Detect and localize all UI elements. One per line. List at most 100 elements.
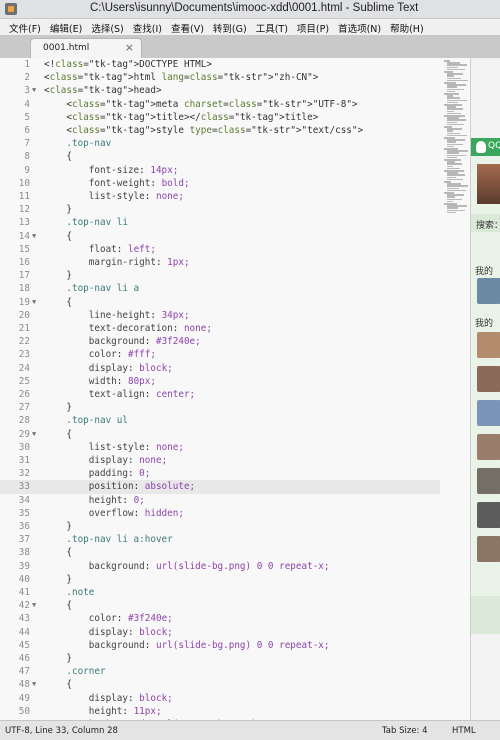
code-text: } xyxy=(44,573,72,585)
line-number: 12 xyxy=(18,204,30,216)
code-text: { xyxy=(44,296,72,308)
code-line[interactable]: 45 background: url(slide-bg.png) 0 0 rep… xyxy=(0,639,440,652)
friend-avatar[interactable] xyxy=(477,332,500,358)
code-line[interactable]: 4 <class="tk-tag">meta charset=class="tk… xyxy=(0,98,440,111)
code-line[interactable]: 35 overflow: hidden; xyxy=(0,507,440,520)
code-line[interactable]: 39 background: url(slide-bg.png) 0 0 rep… xyxy=(0,560,440,573)
code-line[interactable]: 44 display: block; xyxy=(0,626,440,639)
code-line[interactable]: 30 list-style: none; xyxy=(0,441,440,454)
code-line[interactable]: 47 .corner xyxy=(0,665,440,678)
code-line[interactable]: 3 ▼ <class="tk-tag">head> xyxy=(0,84,440,97)
code-line[interactable]: 22 background: #3f240e; xyxy=(0,335,440,348)
code-line[interactable]: 46 } xyxy=(0,652,440,665)
qq-group-label[interactable]: 我的 xyxy=(475,316,493,329)
code-line[interactable]: 8 { xyxy=(0,150,440,163)
friend-avatar[interactable] xyxy=(477,434,500,460)
code-text: <class="tk-tag">meta charset=class="tk-s… xyxy=(44,98,358,110)
code-text: list-style: none; xyxy=(88,441,184,453)
code-line[interactable]: 10 font-weight: bold; xyxy=(0,177,440,190)
code-line[interactable]: 40 } xyxy=(0,573,440,586)
fold-arrow-icon[interactable]: ▼ xyxy=(32,678,36,691)
friend-avatar[interactable] xyxy=(477,468,500,494)
code-line[interactable]: 2 <class="tk-tag">html lang=class="tk-str… xyxy=(0,71,440,84)
code-line[interactable]: 41 .note xyxy=(0,586,440,599)
code-text: } xyxy=(44,653,72,664)
code-line[interactable]: 13 .top-nav li xyxy=(0,216,440,229)
tab-bar: 0001.html × xyxy=(0,35,500,58)
syntax-selector[interactable]: HTML xyxy=(452,726,476,736)
friend-avatar[interactable] xyxy=(477,400,500,426)
code-line[interactable]: 1 <!class="tk-tag">DOCTYPE HTML> xyxy=(0,58,440,71)
code-line[interactable]: 29 ▼ { xyxy=(0,428,440,441)
tab-0001-html[interactable]: 0001.html × xyxy=(30,38,142,58)
qq-group-label[interactable]: 我的 xyxy=(475,264,493,277)
code-line[interactable]: 15 float: left; xyxy=(0,243,440,256)
menu-item[interactable]: 项目(P) xyxy=(293,19,334,35)
menu-item[interactable]: 查看(V) xyxy=(167,19,209,35)
code-editor[interactable]: 1 <!class="tk-tag">DOCTYPE HTML> 2 <class="… xyxy=(0,58,470,720)
tab-size-selector[interactable]: Tab Size: 4 xyxy=(382,726,428,736)
code-line[interactable]: 17 } xyxy=(0,269,440,282)
fold-arrow-icon[interactable]: ▼ xyxy=(32,599,36,612)
code-line[interactable]: 49 display: block; xyxy=(0,692,440,705)
menu-item[interactable]: 工具(T) xyxy=(252,19,293,35)
code-line[interactable]: 14 ▼ { xyxy=(0,230,440,243)
code-text: text-decoration: none; xyxy=(88,323,212,334)
menu-item[interactable]: 查找(I) xyxy=(129,19,167,35)
menu-item[interactable]: 帮助(H) xyxy=(386,19,429,35)
close-icon[interactable]: × xyxy=(125,41,134,54)
qq-toolbar[interactable] xyxy=(471,596,500,634)
code-line[interactable]: 32 padding: 0; xyxy=(0,467,440,480)
code-line[interactable]: 42 ▼ { xyxy=(0,599,440,612)
menu-item[interactable]: 转到(G) xyxy=(209,19,252,35)
friend-avatar[interactable] xyxy=(477,536,500,562)
code-line[interactable]: 18 .top-nav li a xyxy=(0,282,440,295)
menu-item[interactable]: 编辑(E) xyxy=(46,19,87,35)
code-text: <class="tk-tag">style type=class="tk-str… xyxy=(44,125,364,136)
code-line[interactable]: 11 list-style: none; xyxy=(0,190,440,203)
code-line[interactable]: 43 color: #3f240e; xyxy=(0,612,440,625)
code-line[interactable]: 25 width: 80px; xyxy=(0,375,440,388)
fold-arrow-icon[interactable]: ▼ xyxy=(32,84,36,97)
avatar[interactable] xyxy=(477,164,500,204)
code-line[interactable]: 48 ▼ { xyxy=(0,678,440,691)
code-line[interactable]: 5 <class="tk-tag">title></class="tk-tag"… xyxy=(0,111,440,124)
code-line[interactable]: 23 color: #fff; xyxy=(0,348,440,361)
code-text: .top-nav li a xyxy=(66,283,140,295)
qq-search-input[interactable]: 搜索： xyxy=(471,214,500,232)
code-line[interactable]: 27 } xyxy=(0,401,440,414)
code-line[interactable]: 21 text-decoration: none; xyxy=(0,322,440,335)
phone-icon[interactable] xyxy=(477,278,500,304)
code-line[interactable]: 31 display: none; xyxy=(0,454,440,467)
code-line[interactable]: 28 .top-nav ul xyxy=(0,414,440,427)
code-line[interactable]: 36 } xyxy=(0,520,440,533)
menu-item[interactable]: 文件(F) xyxy=(5,19,46,35)
minimap[interactable] xyxy=(440,58,470,218)
code-line[interactable]: 26 text-align: center; xyxy=(0,388,440,401)
line-number: 34 xyxy=(18,494,30,506)
code-line[interactable]: 34 height: 0; xyxy=(0,494,440,507)
code-line[interactable]: 19 ▼ { xyxy=(0,296,440,309)
fold-arrow-icon[interactable]: ▼ xyxy=(32,428,36,441)
code-line[interactable]: 38 { xyxy=(0,546,440,559)
code-line[interactable]: 9 font-size: 14px; xyxy=(0,164,440,177)
fold-arrow-icon[interactable]: ▼ xyxy=(32,296,36,309)
code-text: color: #fff; xyxy=(88,349,156,361)
fold-arrow-icon[interactable]: ▼ xyxy=(32,230,36,243)
code-line[interactable]: 24 display: block; xyxy=(0,362,440,375)
code-line[interactable]: 33 position: absolute; xyxy=(0,480,440,494)
friend-avatar[interactable] xyxy=(477,366,500,392)
code-line[interactable]: 12 } xyxy=(0,203,440,216)
friend-avatar[interactable] xyxy=(477,502,500,528)
code-line[interactable]: 6 <class="tk-tag">style type=class="tk-s… xyxy=(0,124,440,137)
code-line[interactable]: 7 .top-nav xyxy=(0,137,440,150)
code-line[interactable]: 16 margin-right: 1px; xyxy=(0,256,440,269)
menu-item[interactable]: 首选项(N) xyxy=(334,19,386,35)
line-number: 2 xyxy=(24,72,30,84)
code-line[interactable]: 20 line-height: 34px; xyxy=(0,309,440,322)
menu-item[interactable]: 选择(S) xyxy=(87,19,128,35)
code-text: display: block; xyxy=(88,692,173,704)
code-line[interactable]: 50 height: 11px; xyxy=(0,705,440,718)
qq-header[interactable]: QQ xyxy=(471,138,500,156)
code-line[interactable]: 37 .top-nav li a:hover xyxy=(0,533,440,546)
